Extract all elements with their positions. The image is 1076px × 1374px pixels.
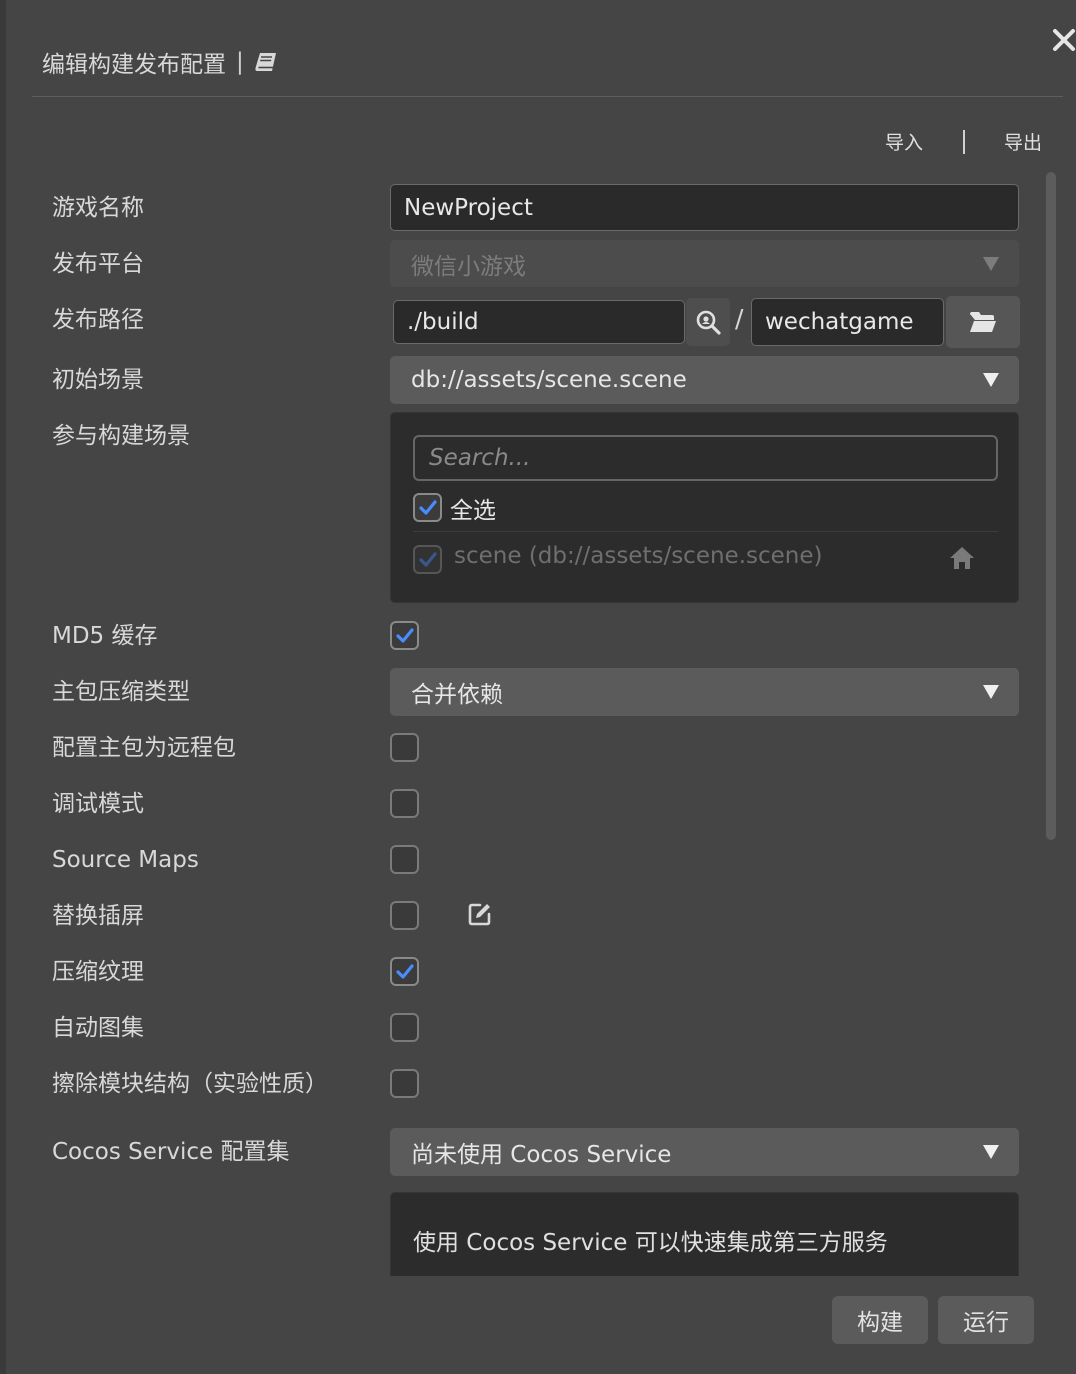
texture-checkbox[interactable] [390, 957, 419, 986]
check-icon [396, 964, 414, 979]
search-icon [696, 310, 721, 335]
compression-value: 合并依赖 [411, 682, 503, 708]
scene-list-panel: Search... 全选 scene (db://assets/scene.sc… [390, 412, 1019, 603]
game-name-label: 游戏名称 [52, 195, 144, 221]
check-icon [419, 552, 437, 567]
start-scene-value: db://assets/scene.scene [411, 367, 687, 393]
splash-label: 替换插屏 [52, 903, 144, 929]
auto-atlas-label: 自动图集 [52, 1015, 144, 1041]
import-export-separator [963, 130, 965, 154]
start-scene-label: 初始场景 [52, 367, 144, 393]
import-export-bar: 导入 导出 [880, 128, 1050, 156]
dialog-header: 编辑构建发布配置 | [42, 44, 278, 80]
chevron-down-icon [983, 685, 999, 699]
cocos-service-info-text: 使用 Cocos Service 可以快速集成第三方服务 [413, 1230, 888, 1256]
debug-label: 调试模式 [52, 791, 144, 817]
platform-value: 微信小游戏 [411, 253, 526, 280]
run-button[interactable]: 运行 [938, 1296, 1034, 1344]
cocos-service-label: Cocos Service 配置集 [52, 1139, 290, 1165]
erase-module-checkbox[interactable] [390, 1069, 419, 1098]
cocos-service-info-panel: 使用 Cocos Service 可以快速集成第三方服务 [390, 1192, 1019, 1276]
remote-main-checkbox[interactable] [390, 733, 419, 762]
scene-item-label: scene (db://assets/scene.scene) [454, 543, 823, 569]
remote-main-label: 配置主包为远程包 [52, 735, 236, 761]
scrollbar-thumb[interactable] [1046, 172, 1056, 840]
cocos-service-select[interactable]: 尚未使用 Cocos Service [390, 1128, 1019, 1176]
source-maps-label: Source Maps [52, 847, 199, 873]
compression-label: 主包压缩类型 [52, 679, 190, 705]
close-icon[interactable] [1050, 26, 1076, 54]
chevron-down-icon [983, 256, 999, 271]
home-icon[interactable] [949, 546, 975, 570]
book-icon[interactable] [254, 51, 278, 73]
erase-module-label: 擦除模块结构（实验性质） [52, 1071, 328, 1097]
build-folder-input[interactable]: wechatgame [751, 298, 944, 346]
import-button[interactable]: 导入 [885, 128, 923, 155]
scene-search-input[interactable]: Search... [413, 435, 998, 481]
scene-item-checkbox[interactable] [413, 545, 442, 574]
source-maps-checkbox[interactable] [390, 845, 419, 874]
select-all-label: 全选 [450, 498, 496, 524]
check-icon [419, 500, 437, 515]
open-folder-button[interactable] [946, 296, 1020, 348]
md5-checkbox[interactable] [390, 621, 419, 650]
platform-label: 发布平台 [52, 251, 144, 277]
chevron-down-icon [983, 1145, 999, 1159]
build-button[interactable]: 构建 [832, 1296, 928, 1344]
auto-atlas-checkbox[interactable] [390, 1013, 419, 1042]
header-divider [32, 96, 1063, 97]
build-path-input[interactable]: ./build [393, 300, 685, 344]
title-separator: | [236, 49, 244, 75]
export-button[interactable]: 导出 [1004, 128, 1042, 155]
scene-divider [413, 531, 998, 532]
select-all-checkbox[interactable] [413, 493, 442, 522]
compression-select[interactable]: 合并依赖 [390, 668, 1019, 716]
edit-icon[interactable] [467, 902, 492, 927]
path-slash: / [735, 304, 744, 333]
chevron-down-icon [983, 373, 999, 387]
scenes-label: 参与构建场景 [52, 423, 190, 449]
game-name-input[interactable]: NewProject [390, 184, 1019, 231]
reveal-path-button[interactable] [686, 298, 730, 346]
check-icon [396, 628, 414, 643]
md5-label: MD5 缓存 [52, 623, 158, 649]
start-scene-select[interactable]: db://assets/scene.scene [390, 356, 1019, 404]
texture-label: 压缩纹理 [52, 959, 144, 985]
folder-open-icon [970, 312, 996, 332]
dialog-title: 编辑构建发布配置 [42, 52, 226, 78]
cocos-service-value: 尚未使用 Cocos Service [411, 1142, 672, 1168]
debug-checkbox[interactable] [390, 789, 419, 818]
build-path-label: 发布路径 [52, 307, 144, 333]
splash-checkbox[interactable] [390, 901, 419, 930]
window-edge [0, 0, 6, 1374]
platform-select[interactable]: 微信小游戏 [390, 240, 1019, 287]
